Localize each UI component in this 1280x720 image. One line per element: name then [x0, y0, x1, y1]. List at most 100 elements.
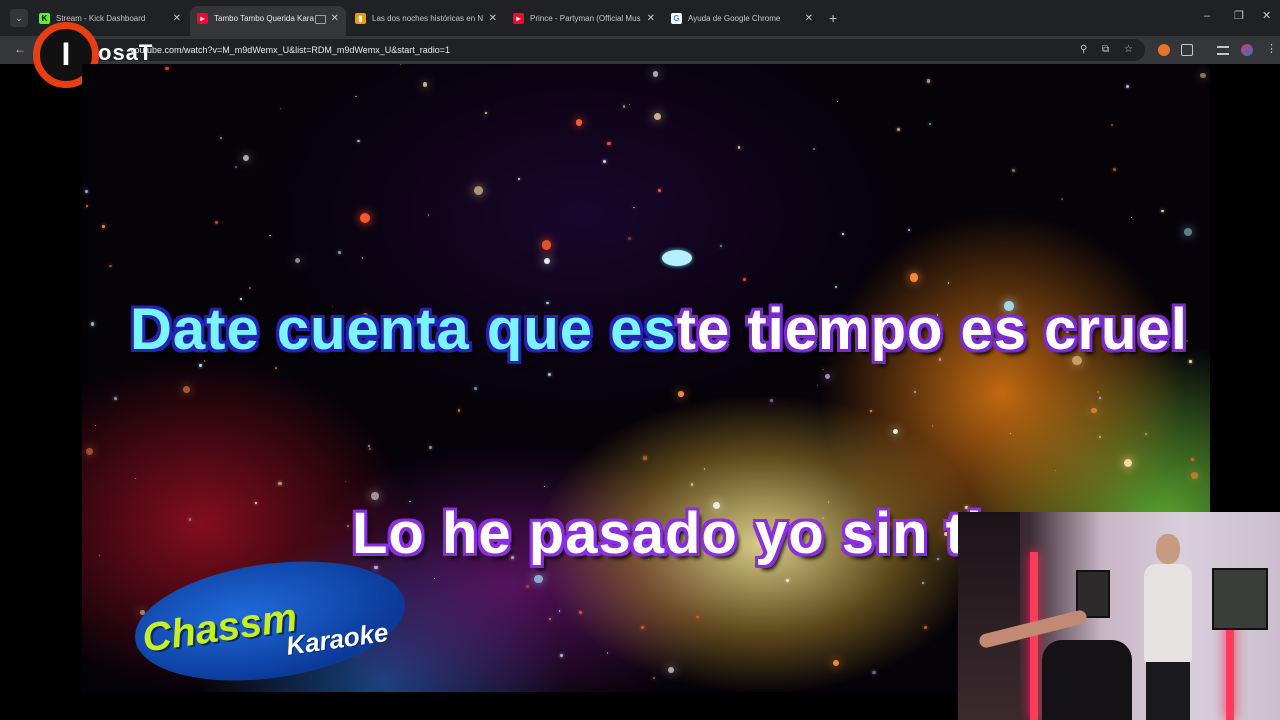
star: [824, 373, 831, 380]
star: [690, 483, 693, 486]
star: [359, 213, 370, 223]
karaoke-countdown-dot: [662, 250, 692, 266]
url-text[interactable]: youtube.com/watch?v=M_m9dWemx_U&list=RDM…: [130, 39, 450, 61]
star: [427, 214, 430, 216]
star: [371, 492, 379, 500]
star: [1098, 435, 1102, 439]
star: [278, 481, 282, 486]
star: [235, 166, 237, 168]
star: [347, 524, 350, 527]
star: [90, 322, 94, 326]
star: [1113, 167, 1116, 171]
bookmark-icon: ▮: [355, 13, 366, 24]
star: [525, 585, 529, 589]
tab-prince-partyman[interactable]: ▸ Prince - Partyman (Official Mus ✕: [506, 6, 662, 36]
profile-avatar[interactable]: [1241, 44, 1253, 56]
close-tab-icon[interactable]: ✕: [647, 6, 655, 32]
extension-icon[interactable]: [1158, 44, 1170, 56]
star: [657, 188, 662, 192]
star: [86, 448, 94, 456]
close-tab-icon[interactable]: ✕: [173, 6, 181, 32]
lyric-sung-part: Date cuenta que es: [130, 297, 677, 362]
zoom-icon[interactable]: ⚲: [1080, 43, 1087, 57]
star: [842, 233, 844, 235]
star: [560, 654, 563, 657]
star: [927, 79, 931, 83]
star: [356, 139, 360, 143]
star: [558, 610, 561, 612]
star: [183, 386, 190, 393]
star: [870, 410, 872, 412]
back-arrow-icon[interactable]: ←: [14, 42, 26, 56]
tab-tambo-karaoke[interactable]: ▸ Tambo Tambo Querida Kara ✕: [190, 6, 346, 36]
bookmark-star-icon[interactable]: ☆: [1124, 43, 1133, 57]
star: [274, 367, 277, 369]
star: [361, 257, 364, 259]
star: [909, 273, 919, 282]
lyric-unsung-part: te tiempo es cruel: [676, 297, 1188, 362]
star: [872, 670, 876, 675]
tab-title: Tambo Tambo Querida Kara: [214, 14, 314, 23]
star: [579, 611, 583, 615]
star: [813, 148, 816, 151]
restore-icon[interactable]: ❐: [1234, 9, 1244, 23]
star: [1189, 360, 1192, 364]
browser-toolbar: ← youtube.com/watch?v=M_m9dWemx_U&list=R…: [0, 36, 1280, 64]
webcam-shelf: [958, 512, 1020, 720]
star: [1200, 72, 1206, 78]
star: [1123, 459, 1133, 468]
extensions-puzzle-icon[interactable]: [1181, 44, 1193, 56]
star: [833, 659, 839, 666]
star: [785, 579, 790, 583]
minimize-icon[interactable]: –: [1204, 9, 1210, 23]
tab-noches-historicas[interactable]: ▮ Las dos noches históricas en N ✕: [348, 6, 504, 36]
star: [354, 95, 357, 98]
star: [576, 119, 583, 126]
star: [547, 372, 551, 376]
tab-title: Las dos noches históricas en N: [372, 14, 484, 23]
google-icon: G: [671, 13, 682, 24]
star: [1096, 391, 1099, 394]
star: [484, 111, 488, 115]
close-tab-icon[interactable]: ✕: [805, 6, 813, 32]
menu-kebab-icon[interactable]: ⋮: [1266, 43, 1278, 55]
tab-ayuda-chrome[interactable]: G Ayuda de Google Chrome ✕: [664, 6, 820, 36]
person-torso: [1144, 564, 1192, 664]
person-legs: [1146, 662, 1190, 720]
star: [368, 445, 370, 448]
star: [517, 178, 520, 181]
star: [834, 285, 837, 288]
star: [653, 112, 662, 121]
star: [243, 155, 250, 162]
media-control-icon[interactable]: [1217, 46, 1229, 55]
star: [836, 101, 839, 103]
star: [696, 615, 699, 618]
star: [428, 445, 433, 449]
star: [457, 408, 461, 412]
close-tab-icon[interactable]: ✕: [489, 6, 497, 32]
star: [1161, 209, 1164, 213]
star: [85, 190, 89, 194]
new-tab-button[interactable]: +: [829, 10, 837, 26]
star: [220, 136, 223, 139]
star: [434, 577, 436, 579]
star: [622, 105, 626, 108]
star: [907, 229, 910, 232]
close-tab-icon[interactable]: ✕: [331, 6, 339, 32]
close-window-icon[interactable]: ✕: [1262, 9, 1271, 23]
person-head: [1156, 534, 1180, 564]
star: [134, 477, 136, 479]
star: [816, 384, 819, 387]
cast-icon[interactable]: ⧉: [1102, 43, 1109, 57]
audio-playing-icon[interactable]: [315, 15, 326, 24]
address-bar[interactable]: youtube.com/watch?v=M_m9dWemx_U&list=RDM…: [60, 39, 1145, 61]
star: [922, 581, 924, 584]
star: [85, 204, 88, 207]
tab-search-icon[interactable]: ⌄: [10, 9, 28, 27]
tab-strip: ⌄ K Stream - Kick Dashboard ✕ ▸ Tambo Ta…: [0, 0, 1280, 36]
star: [114, 396, 118, 400]
star: [769, 399, 774, 403]
star: [719, 244, 722, 247]
star: [1060, 198, 1063, 201]
webcam-person: [1136, 534, 1198, 720]
